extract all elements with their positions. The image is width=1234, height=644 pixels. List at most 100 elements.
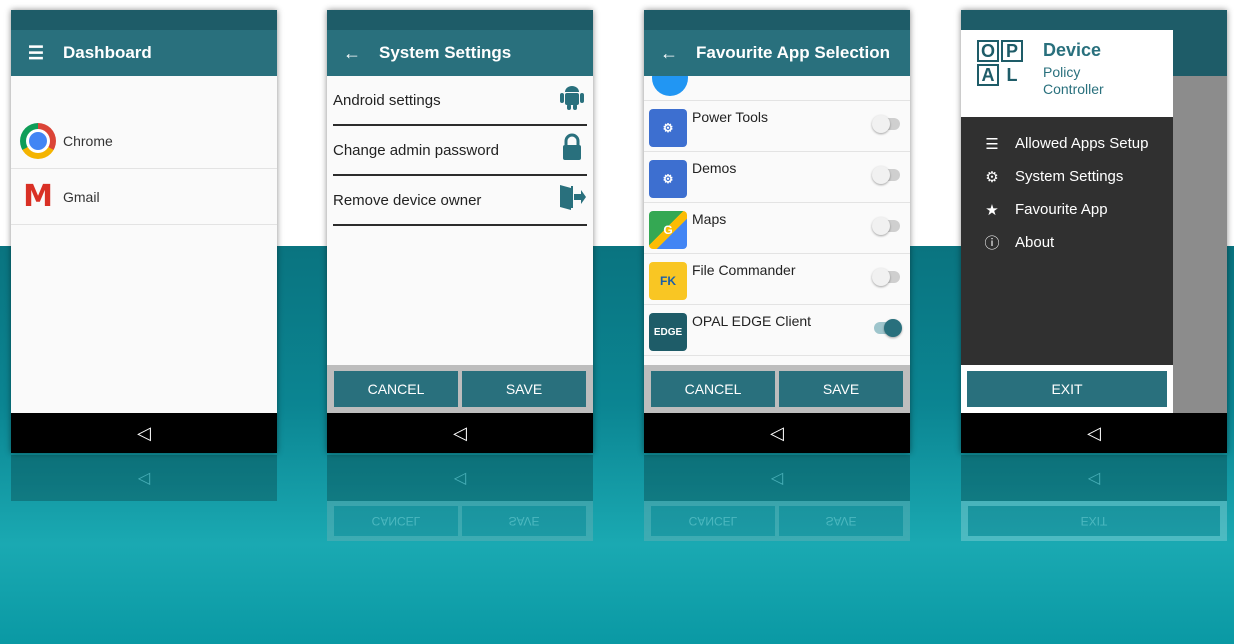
app-label: Chrome: [63, 132, 113, 149]
nav-bar: ◁: [11, 413, 277, 453]
maps-icon: G: [649, 211, 687, 249]
status-bar: [327, 10, 593, 30]
gear-icon: ⚙: [985, 168, 999, 186]
nav-back-icon[interactable]: ◁: [453, 423, 467, 444]
app-label: Maps: [692, 211, 727, 227]
opal-logo: O P A L: [977, 40, 1023, 86]
page-title: Favourite App Selection: [696, 43, 890, 62]
exit-container: EXIT: [961, 365, 1173, 413]
edge-client-icon: EDGE: [649, 313, 687, 351]
setting-label: Remove device owner: [333, 191, 482, 209]
drawer-subtitle-2: Controller: [1043, 81, 1104, 97]
app-label: File Commander: [692, 262, 796, 278]
app-label: Power Tools: [692, 109, 769, 125]
app-bar: ☰ Dashboard: [11, 30, 277, 76]
app-bar: ← System Settings: [327, 30, 593, 76]
favourite-toggle[interactable]: [874, 319, 902, 337]
exit-door-icon: [557, 182, 587, 219]
setting-label: Android settings: [333, 91, 441, 109]
logo-letter: A: [977, 64, 999, 86]
button-bar: CANCEL SAVE: [327, 365, 593, 413]
logo-letter: P: [1001, 40, 1023, 62]
app-label: Demos: [692, 160, 737, 176]
nav-bar: ◁: [327, 413, 593, 453]
android-icon: [557, 83, 587, 118]
settings-folder-icon: ⚙: [649, 160, 687, 198]
phone-favourite-app: ← Favourite App Selection ⚙ Power Tools …: [644, 10, 910, 453]
setting-label: Change admin password: [333, 141, 499, 159]
fav-item-demos[interactable]: ⚙ Demos: [644, 152, 910, 203]
cancel-button[interactable]: CANCEL: [651, 371, 775, 407]
logo-letter: O: [977, 40, 999, 62]
fav-item-file-commander[interactable]: FK File Commander: [644, 254, 910, 305]
nav-back-icon[interactable]: ◁: [137, 423, 151, 444]
setting-android-settings[interactable]: Android settings: [333, 76, 587, 126]
reflection-back-icon: ◁: [1087, 470, 1101, 487]
nav-back-icon[interactable]: ◁: [1087, 423, 1101, 444]
reflection-back-icon: ◁: [137, 470, 151, 487]
reflection-exit: EXIT: [968, 506, 1220, 536]
back-arrow-icon[interactable]: ←: [658, 43, 680, 64]
setting-change-admin-password[interactable]: Change admin password: [333, 126, 587, 176]
gmail-icon: M: [23, 179, 53, 214]
settings-folder-icon: ⚙: [649, 109, 687, 147]
favourite-toggle[interactable]: [872, 166, 900, 184]
menu-item-favourite-app[interactable]: ★ Favourite App: [961, 193, 1173, 226]
menu-label: Favourite App: [1015, 201, 1108, 218]
save-button[interactable]: SAVE: [779, 371, 903, 407]
favourite-toggle[interactable]: [872, 268, 900, 286]
reflection-back-icon: ◁: [453, 470, 467, 487]
navigation-drawer: O P A L Device Policy Controller ☰ Allow…: [961, 30, 1173, 413]
list-item-partial: [644, 76, 910, 101]
reflection: ◁ CANCEL SAVE: [327, 455, 593, 610]
nav-back-icon[interactable]: ◁: [770, 423, 784, 444]
page-title: System Settings: [379, 43, 512, 62]
fav-item-opal-edge-client[interactable]: EDGE OPAL EDGE Client: [644, 305, 910, 356]
app-icon-partial: [652, 76, 688, 96]
drawer-subtitle-1: Policy: [1043, 64, 1081, 80]
info-icon: ⓘ: [984, 235, 1000, 252]
settings-content: Android settings Change admin password R…: [327, 76, 593, 226]
cancel-button[interactable]: CANCEL: [334, 371, 458, 407]
app-list: Chrome M Gmail: [11, 113, 277, 225]
chrome-icon: [19, 122, 57, 160]
favourite-toggle[interactable]: [872, 217, 900, 235]
app-item-chrome[interactable]: Chrome: [11, 113, 277, 169]
hamburger-menu-icon[interactable]: ☰: [25, 43, 47, 64]
reflection-save: SAVE: [779, 506, 903, 536]
reflection-save: SAVE: [462, 506, 586, 536]
logo-letter: L: [1006, 64, 1018, 85]
exit-button[interactable]: EXIT: [967, 371, 1167, 407]
app-bar: ← Favourite App Selection: [644, 30, 910, 76]
drawer-title: Device Policy Controller: [1043, 40, 1104, 98]
page-title: Dashboard: [63, 43, 152, 62]
phone-navigation-drawer: O P A L Device Policy Controller ☰ Allow…: [961, 10, 1227, 453]
drawer-header: O P A L Device Policy Controller: [961, 30, 1173, 117]
favourite-content: ⚙ Power Tools ⚙ Demos G Maps FK File Com…: [644, 76, 910, 356]
star-icon: ★: [985, 201, 999, 219]
drawer-title-main: Device: [1043, 40, 1102, 60]
app-label: Gmail: [63, 188, 100, 205]
menu-item-about[interactable]: ⓘ About: [961, 226, 1173, 259]
status-bar: [11, 10, 277, 30]
menu-item-system-settings[interactable]: ⚙ System Settings: [961, 160, 1173, 193]
list-icon: ☰: [985, 135, 999, 153]
app-item-gmail[interactable]: M Gmail: [11, 169, 277, 225]
phone-dashboard: ☰ Dashboard Chrome M Gmail ◁: [11, 10, 277, 453]
menu-label: Allowed Apps Setup: [1015, 135, 1149, 152]
reflection-back-icon: ◁: [770, 470, 784, 487]
app-label: OPAL EDGE Client: [692, 313, 812, 329]
reflection: ◁: [11, 455, 277, 610]
menu-item-allowed-apps[interactable]: ☰ Allowed Apps Setup: [961, 127, 1173, 160]
setting-remove-device-owner[interactable]: Remove device owner: [333, 176, 587, 226]
nav-bar: ◁: [961, 413, 1227, 453]
fav-item-power-tools[interactable]: ⚙ Power Tools: [644, 101, 910, 152]
menu-label: About: [1015, 234, 1055, 251]
back-arrow-icon[interactable]: ←: [341, 43, 363, 64]
lock-icon: [557, 133, 587, 168]
phone-system-settings: ← System Settings Android settings Chang…: [327, 10, 593, 453]
reflection-cancel: CANCEL: [334, 506, 458, 536]
save-button[interactable]: SAVE: [462, 371, 586, 407]
fav-item-maps[interactable]: G Maps: [644, 203, 910, 254]
favourite-toggle[interactable]: [872, 115, 900, 133]
